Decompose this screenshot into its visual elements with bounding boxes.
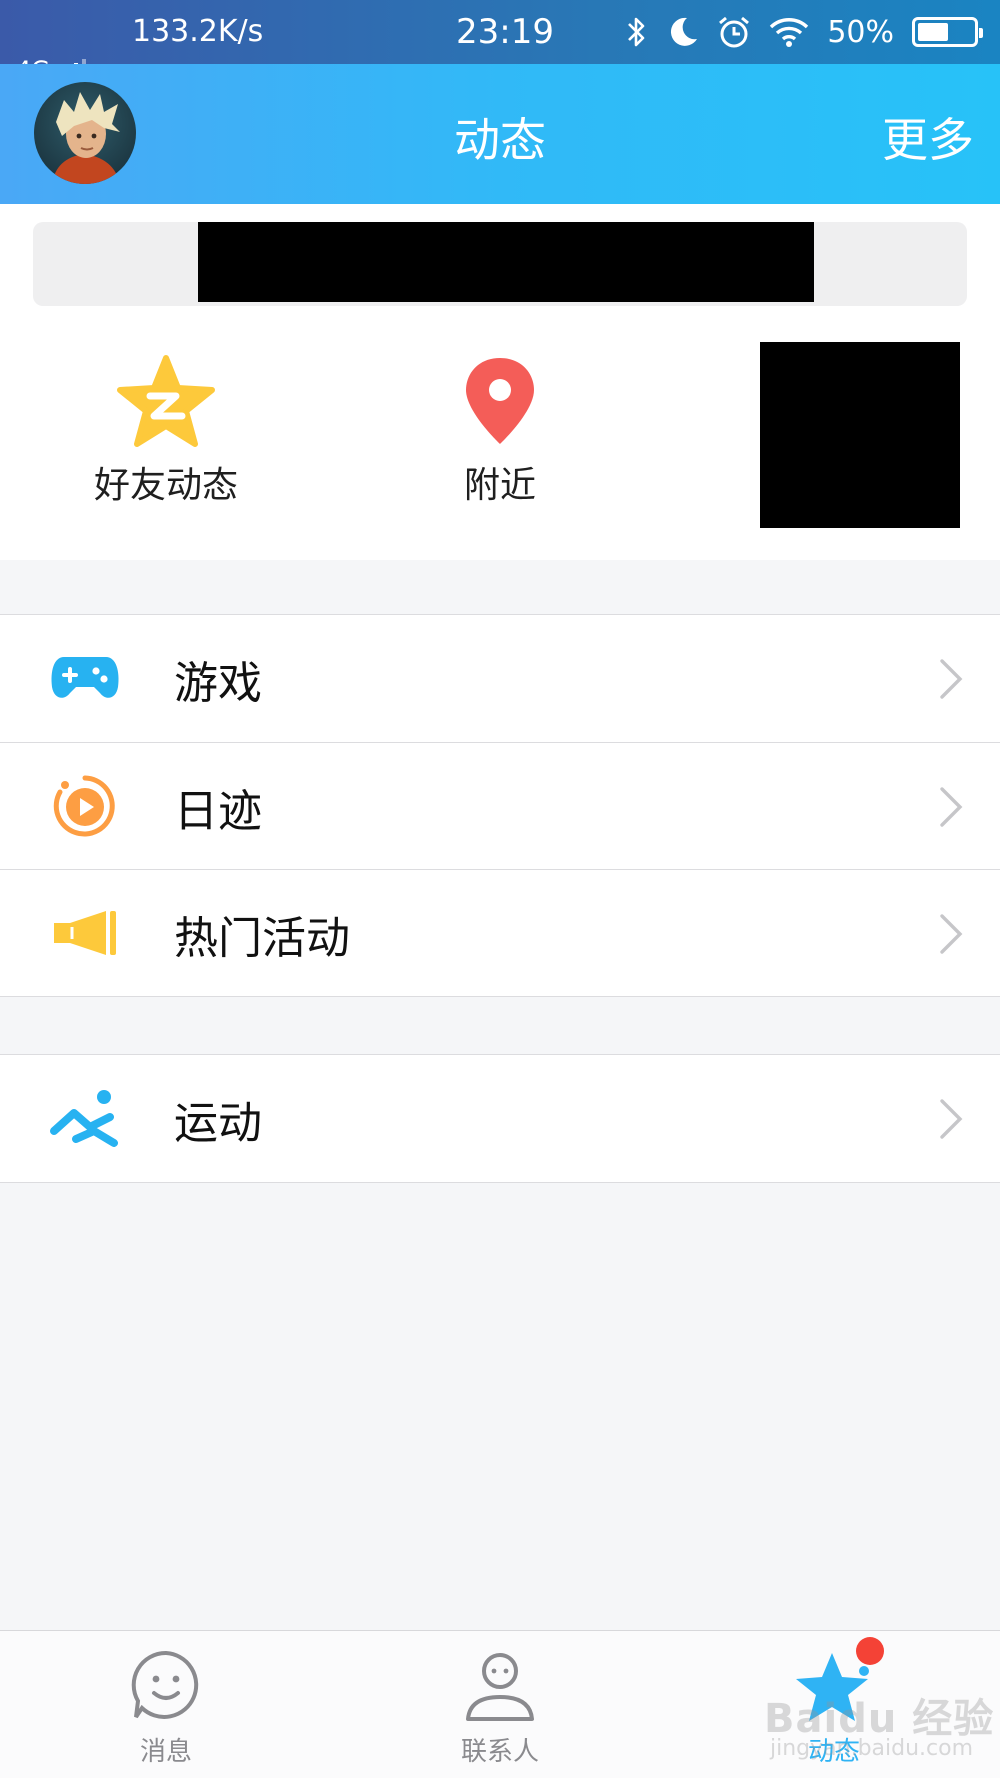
quick-entry-nearby[interactable]: 附近: [380, 354, 620, 508]
redacted-box: [760, 342, 960, 528]
tab-contacts[interactable]: 联系人: [400, 1631, 600, 1778]
quick-entry-label: 好友动态: [93, 465, 238, 506]
play-circle-icon: [50, 773, 120, 839]
watermark-url: jingyan.baidu.com: [770, 1736, 974, 1761]
smiley-chat-icon: [131, 1650, 199, 1719]
running-icon: [50, 1085, 120, 1151]
chevron-right-icon: [940, 914, 963, 954]
battery-icon: [912, 17, 983, 47]
bluetooth-icon: [628, 17, 645, 47]
network-speed: 133.2K/s: [132, 14, 264, 49]
page-title: 动态: [454, 113, 546, 167]
menu-item-label: 游戏: [174, 658, 262, 709]
menu-item-label: 热门活动: [174, 913, 350, 964]
app-header: 动态 更多: [0, 64, 1000, 204]
status-bar: 4G 2G 133.2K/s 23:19 50%: [0, 0, 1000, 210]
moon-icon: [671, 17, 698, 46]
person-icon: [466, 1653, 534, 1721]
top-block: 好友动态 附近: [0, 204, 1000, 560]
menu-item-games[interactable]: 游戏: [0, 615, 1000, 742]
redacted-box: [198, 222, 814, 302]
alarm-icon: [719, 16, 750, 48]
menu-item-label: 日迹: [174, 786, 262, 837]
gamepad-icon: [50, 645, 120, 711]
tab-label: 消息: [139, 1737, 192, 1767]
menu-group: 游戏 日迹 热门活动: [0, 614, 1000, 997]
quick-entry-label: 附近: [463, 465, 536, 506]
tab-messages[interactable]: 消息: [66, 1631, 266, 1778]
system-icons: 50%: [625, 12, 983, 52]
menu-item-sports[interactable]: 运动: [0, 1055, 1000, 1182]
menu-item-label: 运动: [174, 1098, 262, 1149]
menu-item-daily-trace[interactable]: 日迹: [0, 742, 1000, 869]
battery-percentage: 50%: [827, 14, 894, 50]
chevron-right-icon: [940, 787, 963, 827]
quick-entry-friends-feed[interactable]: 好友动态: [46, 354, 286, 508]
clock: 23:19: [456, 12, 554, 52]
menu-group: 运动: [0, 1054, 1000, 1183]
location-pin-icon: [466, 358, 534, 444]
qzone-star-icon: [117, 355, 215, 447]
wifi-icon: [770, 18, 809, 47]
chevron-right-icon: [940, 659, 963, 699]
megaphone-icon: [50, 900, 120, 966]
menu-item-hot-events[interactable]: 热门活动: [0, 869, 1000, 996]
search-bar[interactable]: [33, 222, 967, 306]
tab-label: 联系人: [460, 1737, 539, 1767]
chevron-right-icon: [940, 1099, 963, 1139]
more-button[interactable]: 更多: [882, 104, 974, 170]
notification-badge: [856, 1637, 884, 1665]
